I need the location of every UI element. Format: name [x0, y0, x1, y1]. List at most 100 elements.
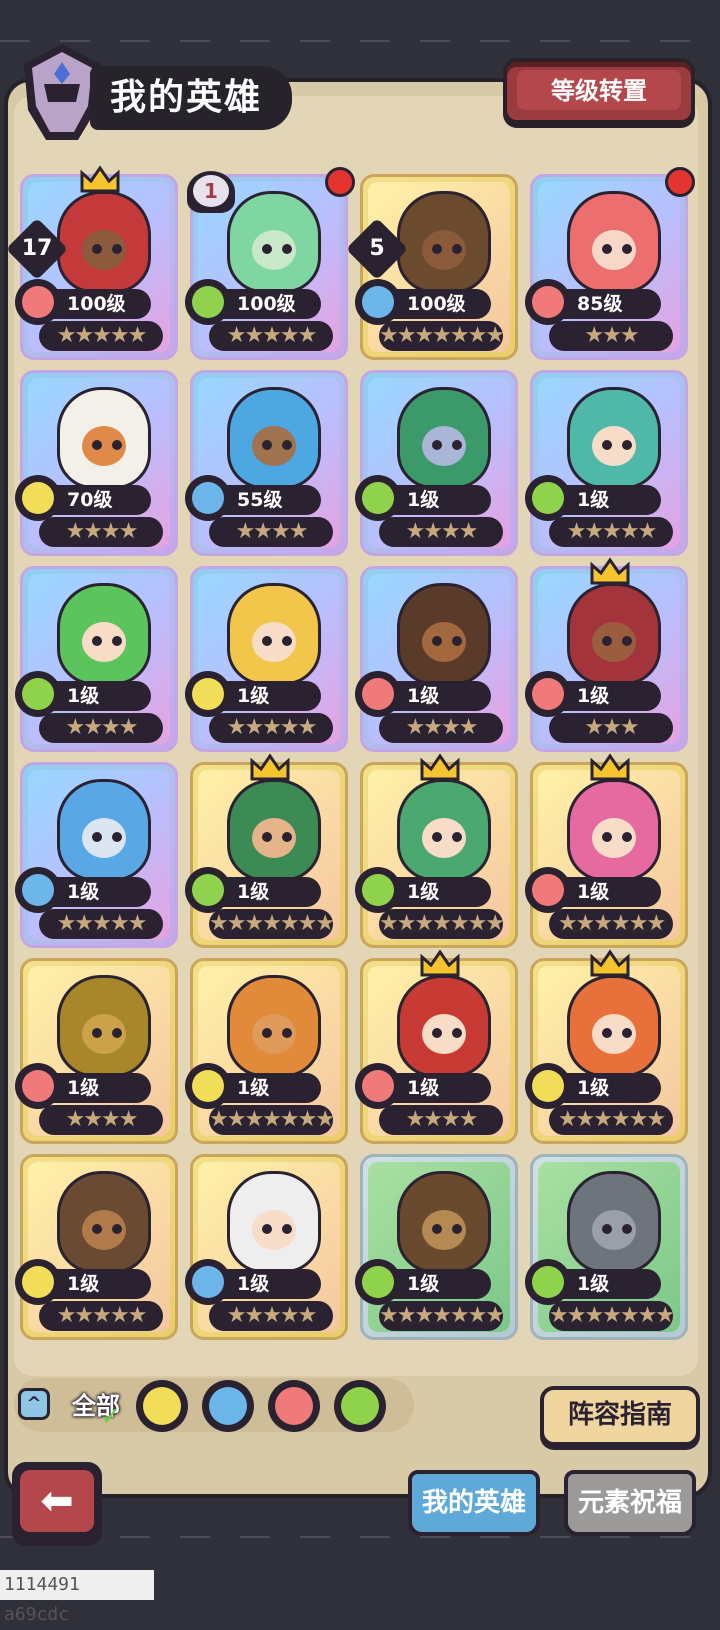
collapse-filter-button[interactable]: ^	[18, 1388, 50, 1420]
hero-portrait	[397, 1171, 491, 1273]
element-core	[362, 874, 394, 906]
filter-earth-icon[interactable]	[136, 1380, 188, 1432]
tab-element-blessing[interactable]: 元素祝福	[564, 1470, 696, 1536]
shield-badge: 1	[187, 171, 235, 213]
hero-level: 1级	[221, 681, 321, 711]
back-button[interactable]: ⬅	[12, 1462, 102, 1546]
hero-card[interactable]: 85级 ★★★	[525, 167, 695, 360]
water-element-icon	[355, 279, 401, 325]
hero-level: 70级	[51, 485, 151, 515]
hero-eye	[282, 1028, 292, 1038]
hero-level: 1级	[51, 681, 151, 711]
hero-card[interactable]: 1级 ★★★★★	[15, 762, 178, 948]
hero-eye	[282, 1224, 292, 1234]
hero-portrait	[227, 779, 321, 881]
hero-card[interactable]: 1级 ★★★★★	[15, 1154, 178, 1340]
lineup-guide-button[interactable]: 阵容指南	[540, 1386, 700, 1446]
hero-card[interactable]: 1级 ★★★★★★★	[185, 958, 348, 1144]
hero-portrait	[57, 779, 151, 881]
element-core	[22, 482, 54, 514]
hero-card[interactable]: 5 100级 ★★★★★★★	[345, 174, 518, 360]
fire-element-icon	[525, 279, 571, 325]
hero-stars: ★★★★★	[209, 1301, 333, 1331]
element-core	[362, 286, 394, 318]
filter-water-icon[interactable]	[202, 1380, 254, 1432]
hero-card[interactable]: 1级 ★★★★	[355, 566, 518, 752]
element-core	[532, 482, 564, 514]
hero-stars: ★★★★	[379, 517, 503, 547]
fire-element-icon	[525, 867, 571, 913]
hero-portrait	[397, 387, 491, 489]
hero-card[interactable]: 1级 ★★★★	[15, 566, 178, 752]
hero-portrait	[397, 191, 491, 293]
element-core	[532, 286, 564, 318]
hero-card[interactable]: 1级 ★★★★	[15, 958, 178, 1144]
crown-icon	[590, 949, 630, 977]
hero-stars: ★★★★	[379, 1105, 503, 1135]
hero-eye	[602, 440, 612, 450]
tab-my-heroes[interactable]: 我的英雄	[408, 1470, 540, 1536]
hero-card[interactable]: 1级 ★★★★★★	[525, 753, 688, 948]
rank-reset-label: 等级转置	[517, 70, 681, 110]
hero-card[interactable]: 1级 ★★★★★★★	[525, 1154, 688, 1340]
hero-card[interactable]: 1级 ★★★★★	[185, 1154, 348, 1340]
hero-portrait	[567, 1171, 661, 1273]
earth-element-icon	[15, 475, 61, 521]
fire-element-icon	[355, 1063, 401, 1109]
hero-portrait	[57, 1171, 151, 1273]
hero-level: 1级	[561, 1269, 661, 1299]
hero-card[interactable]: 1级 ★★★★★★★	[185, 753, 348, 948]
bottom-decor-line	[0, 1536, 720, 1538]
filter-fire-icon[interactable]	[268, 1380, 320, 1432]
hero-stars: ★★★★	[209, 517, 333, 547]
hero-level: 1级	[561, 681, 661, 711]
hero-level: 1级	[561, 877, 661, 907]
hero-stars: ★★★★★	[549, 517, 673, 547]
hero-level: 1级	[391, 681, 491, 711]
hero-card[interactable]: 1级 ★★★	[525, 557, 688, 752]
hero-portrait	[57, 975, 151, 1077]
hero-portrait	[567, 387, 661, 489]
hero-eye	[622, 832, 632, 842]
hero-portrait	[397, 975, 491, 1077]
hero-eye	[92, 832, 102, 842]
hero-stars: ★★★★★	[209, 321, 333, 351]
hero-level: 1级	[391, 877, 491, 907]
hero-card[interactable]: 70级 ★★★★	[15, 370, 178, 556]
hero-stars: ★★★★★★★	[379, 321, 503, 351]
hero-card[interactable]: 1 100级 ★★★★★	[185, 167, 355, 360]
hero-portrait	[227, 975, 321, 1077]
hero-card[interactable]: 1级 ★★★★★★★	[355, 1154, 518, 1340]
hero-card[interactable]: 1级 ★★★★★	[185, 566, 348, 752]
hero-eye	[602, 1224, 612, 1234]
hero-level: 1级	[221, 1073, 321, 1103]
hero-eye	[432, 440, 442, 450]
rank-reset-button[interactable]: 等级转置	[503, 58, 695, 124]
rank-badge: 5	[345, 217, 409, 281]
filter-wind-icon[interactable]	[334, 1380, 386, 1432]
hero-stars: ★★★★	[379, 713, 503, 743]
fire-element-icon	[15, 279, 61, 325]
element-core	[192, 678, 224, 710]
element-core	[532, 678, 564, 710]
hero-card[interactable]: 17 100级 ★★★★★	[5, 165, 178, 360]
page-title: 我的英雄	[90, 66, 292, 130]
hero-eye	[262, 440, 272, 450]
element-core	[143, 1387, 181, 1425]
hero-level: 100级	[221, 289, 321, 319]
hero-card[interactable]: 1级 ★★★★	[355, 370, 518, 556]
element-core	[22, 1266, 54, 1298]
hero-eye	[112, 244, 122, 254]
hero-stars: ★★★	[549, 321, 673, 351]
hero-card[interactable]: 1级 ★★★★★★	[525, 949, 688, 1144]
hero-eye	[112, 636, 122, 646]
hero-stars: ★★★★★★★	[379, 909, 503, 939]
hero-card[interactable]: 1级 ★★★★	[355, 949, 518, 1144]
earth-element-icon	[15, 1259, 61, 1305]
hero-card[interactable]: 55级 ★★★★	[185, 370, 348, 556]
hero-portrait	[567, 779, 661, 881]
hero-stars: ★★★★★★★	[209, 909, 333, 939]
hero-card[interactable]: 1级 ★★★★★	[525, 370, 688, 556]
hero-card[interactable]: 1级 ★★★★★★★	[355, 753, 518, 948]
element-core	[362, 678, 394, 710]
